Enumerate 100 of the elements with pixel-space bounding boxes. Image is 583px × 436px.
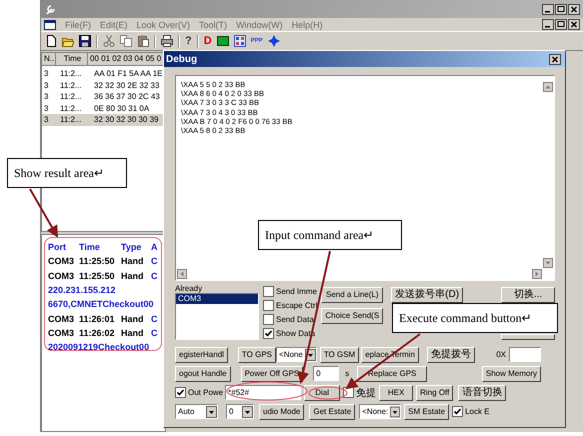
table-row[interactable]: 3 11:2... 0E 80 30 31 0A [42, 102, 165, 114]
checkbox[interactable] [263, 286, 274, 297]
menu-item[interactable]: Look Over(V) [136, 20, 190, 30]
button[interactable]: Power Off GPS [240, 366, 304, 382]
table-row[interactable]: 3 11:2... 36 36 37 30 2C 43 [42, 91, 165, 102]
table-cell-text: 11:2... [59, 115, 83, 124]
callout: Execute command button↵ [392, 303, 558, 333]
checkbox[interactable] [263, 314, 274, 326]
checkbox-label[interactable]: Send Data [276, 315, 314, 324]
result-cell-text: COM3 [48, 314, 76, 324]
column-header[interactable]: Type [121, 242, 151, 252]
button[interactable]: ogout Handle [175, 366, 231, 382]
result-data: 220.231.155.212 [48, 284, 117, 297]
button[interactable]: 免提拨号 [426, 346, 475, 362]
column-header[interactable]: Time [79, 242, 121, 252]
folder-icon[interactable] [62, 35, 74, 47]
column-header[interactable]: A [151, 242, 158, 252]
table-cell-text: 3 [43, 92, 50, 102]
table-cell-text: 3 [43, 104, 50, 113]
checkbox-label[interactable]: 免提 [356, 386, 376, 400]
star-icon[interactable] [268, 35, 280, 47]
input-field[interactable] [509, 347, 541, 362]
minimize-icon[interactable] [542, 19, 554, 30]
result-cell: C [151, 314, 158, 324]
scroll-up-icon[interactable] [543, 82, 553, 92]
result-cell-text: Hand [121, 256, 144, 266]
new-file-icon[interactable] [45, 35, 57, 47]
table-cell-text: 0E 80 30 31 0A [93, 104, 150, 113]
column-header[interactable]: Port [48, 242, 79, 252]
scroll-left-icon[interactable] [177, 269, 187, 279]
callout: Show result area↵ [7, 158, 127, 188]
button[interactable]: egisterHandl [175, 346, 228, 362]
checkbox-label[interactable]: Lock E [465, 407, 490, 416]
result-cell-text: 11:25:50 [79, 256, 116, 266]
port-list-item[interactable]: COM3 [176, 294, 258, 304]
dropdown[interactable]: <None: [359, 404, 402, 419]
button[interactable]: udio Mode [259, 404, 304, 420]
button[interactable]: Show Memory [482, 366, 541, 382]
button[interactable]: Choice Send(S [321, 308, 384, 324]
maximize-icon[interactable] [555, 4, 567, 14]
button[interactable]: HEX [379, 384, 414, 400]
button[interactable]: 切换... [501, 287, 555, 303]
result-cell-text: COM3 [48, 328, 76, 338]
table-row[interactable]: 3 11:2... 32 32 30 2E 32 33 [42, 80, 165, 91]
close-icon[interactable] [568, 4, 580, 14]
dropdown[interactable]: Auto [175, 404, 218, 419]
checkbox-label[interactable]: Out Powe [188, 388, 224, 397]
callout-arrow [29, 188, 58, 238]
dropdown[interactable]: <None [276, 347, 317, 362]
checkbox-label[interactable]: Escape Ctrl [276, 300, 318, 310]
result-data: 2020091219Checkout00 [48, 341, 150, 354]
scroll-right-icon[interactable] [532, 269, 542, 279]
button[interactable]: Get Estate [309, 404, 356, 420]
save-icon[interactable] [79, 35, 91, 47]
table-cell-text: 3 [43, 115, 50, 124]
button[interactable]: Ring Off [416, 384, 454, 400]
column-header[interactable]: N.. [42, 53, 56, 65]
clipboard-icon[interactable] [137, 35, 149, 47]
field-label: s [345, 369, 350, 378]
maximize-icon[interactable] [555, 19, 567, 30]
dialog-title: Debug [166, 54, 198, 64]
button[interactable]: 发送拨号串(D) [391, 287, 464, 303]
button[interactable]: TO GSM [320, 346, 360, 362]
table-row[interactable]: 3 11:2... AA 01 F1 5A AA 1E [42, 68, 165, 80]
checkbox[interactable] [452, 406, 464, 417]
result-cell-text: 11:26:01 [79, 314, 116, 324]
square-icon[interactable] [216, 35, 229, 47]
result-cell-text: Hand [121, 314, 144, 324]
checkbox-label[interactable]: Send Imme [276, 286, 317, 296]
close-icon[interactable] [568, 19, 580, 30]
table-cell-text: 11:2... [59, 80, 83, 90]
table-row[interactable]: 3 11:2... 32 30 32 30 30 39 [42, 114, 165, 126]
scissors-icon[interactable] [103, 35, 115, 47]
toolbar-button[interactable]: ? [185, 35, 192, 47]
copy-icon[interactable] [120, 35, 132, 47]
button[interactable]: TO GPS [238, 346, 276, 362]
column-header[interactable]: Time [56, 53, 88, 65]
button[interactable]: Send a Line(L) [321, 287, 384, 303]
input-field[interactable]: *#52# [225, 385, 302, 400]
result-data: 6670,CMNETCheckout00 [48, 298, 155, 312]
result-cell-text: COM3 [48, 256, 76, 266]
close-icon[interactable] [549, 54, 561, 64]
dropdown[interactable]: 0 [226, 404, 254, 419]
input-field[interactable]: 0 [313, 366, 340, 381]
menu-item[interactable]: Window(W) [236, 20, 283, 30]
result-cell: C [151, 270, 158, 281]
button[interactable] [501, 334, 555, 340]
table-cell-text: AA 01 F1 5A AA 1E [93, 69, 164, 78]
checkbox[interactable] [263, 328, 274, 340]
checkbox[interactable] [263, 300, 274, 311]
button[interactable]: 语音切换 [458, 384, 506, 400]
grid-icon[interactable] [234, 35, 246, 47]
result-cell-text: 11:25:50 [79, 270, 116, 281]
checkbox[interactable] [175, 387, 186, 398]
table-cell-text: 11:2... [59, 104, 83, 113]
scroll-down-icon[interactable] [543, 258, 553, 268]
button[interactable]: SM Estate [404, 404, 450, 420]
field-label: 0X [496, 350, 506, 359]
minimize-icon[interactable] [542, 4, 554, 14]
printer-icon[interactable] [161, 35, 173, 47]
